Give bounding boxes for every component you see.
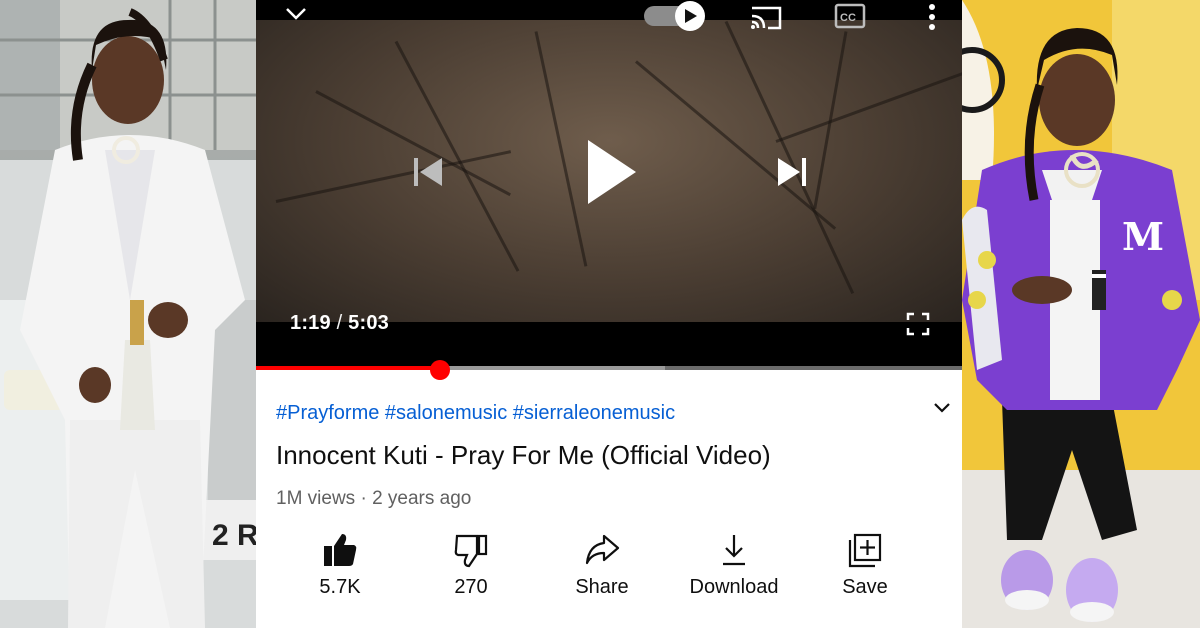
video-player[interactable]: CC 1:19 / 5:03	[256, 0, 962, 380]
save-playlist-icon	[848, 533, 882, 568]
share-label: Share	[575, 576, 629, 598]
like-button[interactable]: 5.7K	[280, 532, 400, 599]
download-label: Download	[689, 576, 779, 598]
video-title[interactable]: Innocent Kuti - Pray For Me (Official Vi…	[276, 440, 771, 471]
right-photo: M	[962, 0, 1200, 628]
expand-description-icon[interactable]	[932, 398, 952, 418]
video-hashtags[interactable]: #Prayforme #salonemusic #sierraleonemusi…	[276, 402, 675, 425]
share-icon	[585, 534, 620, 565]
thumbs-down-icon	[454, 534, 488, 568]
autoplay-toggle-icon[interactable]	[642, 0, 708, 34]
current-time: 1:19	[290, 312, 331, 334]
meta-separator: ·	[360, 488, 373, 509]
left-photo: 2 R	[0, 0, 256, 628]
video-meta: 1M views · 2 years ago	[276, 488, 471, 510]
man-in-purple-jacket-photo: M	[962, 0, 1200, 628]
playback-time: 1:19 / 5:03	[290, 312, 389, 335]
svg-text:CC: CC	[840, 12, 856, 24]
share-button[interactable]: Share	[542, 532, 662, 599]
next-icon[interactable]	[774, 154, 810, 190]
duration: 5:03	[348, 312, 389, 334]
cast-icon[interactable]	[748, 2, 784, 32]
dislike-button[interactable]: 270	[411, 532, 531, 599]
download-button[interactable]: Download	[674, 532, 794, 599]
progress-bar[interactable]	[256, 366, 962, 370]
play-icon[interactable]	[584, 138, 640, 206]
dislike-count: 270	[454, 576, 488, 598]
download-icon	[723, 535, 745, 566]
upload-age: 2 years ago	[372, 488, 472, 509]
progress-played	[256, 366, 440, 370]
progress-scrubber-handle[interactable]	[429, 360, 450, 380]
svg-text:M: M	[1122, 214, 1164, 259]
view-count: 1M views	[276, 488, 356, 509]
fullscreen-icon[interactable]	[906, 312, 930, 336]
like-count: 5.7K	[319, 576, 361, 598]
time-separator: /	[336, 312, 343, 334]
svg-text:2 R: 2 R	[212, 519, 256, 552]
man-in-white-suit-photo: 2 R	[0, 0, 256, 628]
captions-icon[interactable]: CC	[834, 2, 868, 30]
chevron-down-icon[interactable]	[284, 4, 308, 22]
save-label: Save	[842, 576, 888, 598]
more-options-icon[interactable]	[922, 2, 942, 32]
previous-icon[interactable]	[410, 154, 446, 190]
thumbs-up-icon	[324, 534, 357, 566]
save-button[interactable]: Save	[805, 532, 925, 599]
youtube-screen: CC 1:19 / 5:03 #Prayforme #salonemusic #…	[256, 0, 962, 628]
